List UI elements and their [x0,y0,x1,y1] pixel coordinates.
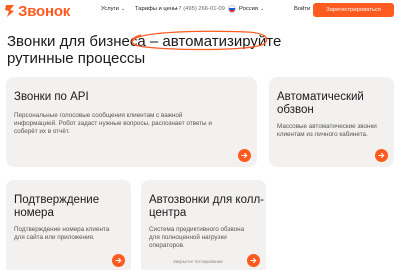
logo[interactable]: Звонок [4,2,70,20]
phone-number[interactable]: +7 (495) 266-01-09 [175,6,225,12]
hero-title-start: Звонки для бизнеса – [7,33,163,50]
card-title: Звонки по API [14,91,89,103]
region-selector[interactable]: Россия ⌄ [228,5,264,13]
chevron-down-icon: ⌄ [260,6,265,12]
register-button[interactable]: Зарегистрироваться [313,3,394,17]
hero-title-end: рутинные процессы [7,50,146,67]
card-title: Подтверждение номера [14,194,100,219]
card-api-calls[interactable]: Звонки по API Персональные голосовые соо… [6,77,257,167]
nav-tariffs[interactable]: Тарифы и цены [135,6,177,12]
card-description: Персональные голосовые сообщения клиента… [14,112,212,135]
site-header: Звонок Услуги ⌄ Тарифы и цены +7 (495) 2… [0,0,400,24]
card-title: Автоматический обзвон [277,91,364,116]
arrow-right-icon[interactable] [375,149,388,162]
arrow-right-icon[interactable] [247,254,260,267]
card-description: Подтверждение номера клиента для сайта и… [14,226,110,241]
russia-flag-icon [228,5,236,13]
card-description: Система предиктивного обзвона для полноц… [149,226,245,249]
logo-mark-icon [5,5,14,17]
hero-title: Звонки для бизнеса – автоматизируйте рути… [7,33,307,67]
chevron-down-icon: ⌄ [120,6,126,12]
login-link[interactable]: Войти [294,6,310,12]
region-label: Россия [239,6,259,12]
card-title: Автозвонки для колл-центра [149,194,264,219]
card-call-center[interactable]: Автозвонки для колл-центра Система преди… [141,180,266,270]
card-auto-dialing[interactable]: Автоматический обзвон Массовые автоматич… [269,77,394,167]
nav-services[interactable]: Услуги ⌄ [101,6,125,12]
hero-title-accent: автоматизируйте [162,33,282,50]
closed-testing-note: Закрытое тестирование [173,259,223,264]
logo-text: Звонок [18,2,71,20]
card-description: Массовые автоматические звонки клиентам … [277,123,377,138]
nav-tariffs-label: Тарифы и цены [135,6,178,12]
arrow-right-icon[interactable] [238,149,251,162]
nav-services-label: Услуги [101,6,119,12]
card-number-verification[interactable]: Подтверждение номера Подтверждение номер… [6,180,131,270]
arrow-right-icon[interactable] [112,254,125,267]
